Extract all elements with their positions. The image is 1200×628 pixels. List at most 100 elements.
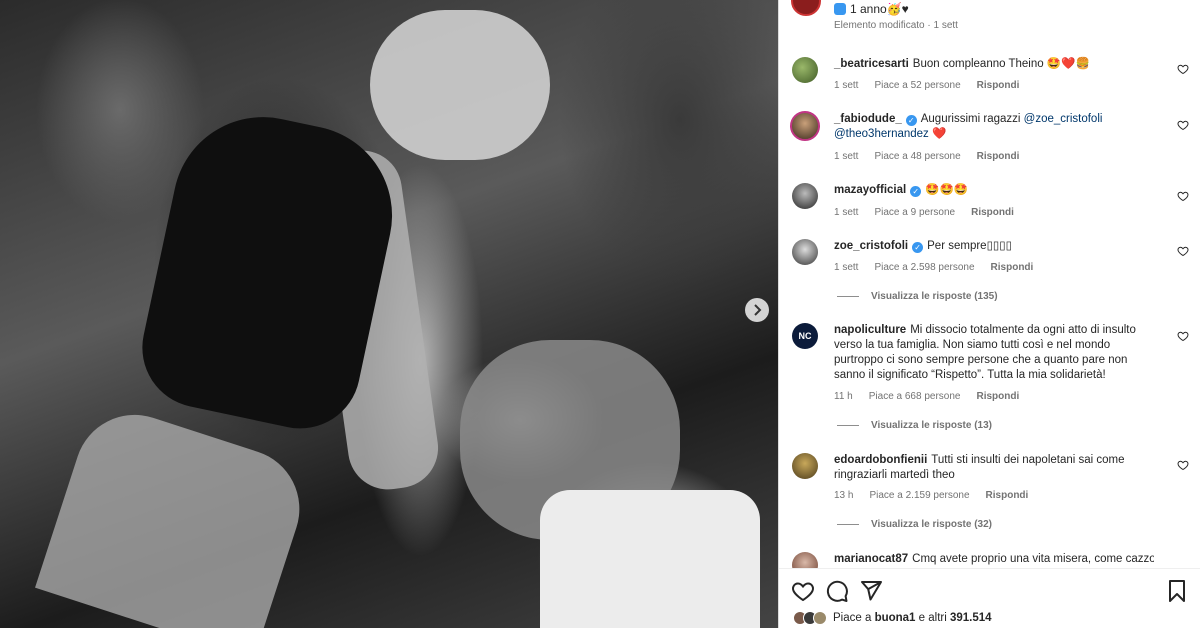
- view-replies-label: Visualizza le risposte (13): [871, 420, 992, 431]
- likes-summary[interactable]: Piace a buona1 e altri 391.514: [793, 611, 992, 625]
- comment-text: mazayofficial ✓ 🤩🤩🤩: [834, 183, 1154, 198]
- like-heart-icon[interactable]: [791, 579, 815, 603]
- like-heart-icon[interactable]: [1177, 330, 1189, 342]
- reply-button[interactable]: Rispondi: [986, 490, 1029, 501]
- post-actions-bar: Piace a buona1 e altri 391.514: [779, 568, 1200, 628]
- like-heart-icon[interactable]: [1177, 119, 1189, 131]
- comment-meta: 1 sett Piace a 9 persone Rispondi: [834, 207, 1030, 218]
- commenter-username[interactable]: mazayofficial: [834, 184, 906, 196]
- post-photo[interactable]: [0, 0, 778, 628]
- author-avatar[interactable]: [791, 0, 821, 16]
- view-replies-button[interactable]: Visualizza le risposte (32): [837, 519, 992, 530]
- likes-suffix: e altri: [918, 612, 947, 624]
- like-heart-icon[interactable]: [1177, 245, 1189, 257]
- comment-time: 11 h: [834, 391, 853, 402]
- comment-emojis: ❤️: [932, 128, 947, 140]
- comment-likes[interactable]: Piace a 52 persone: [874, 80, 960, 91]
- comments-panel: 1 anno🥳♥ Elemento modificato · 1 sett _b…: [778, 0, 1200, 628]
- edited-time: 1 sett: [933, 20, 958, 31]
- commenter-username[interactable]: marianocat87: [834, 553, 908, 565]
- avatar-initials: NC: [798, 331, 812, 341]
- comment-emojis: 🤩🤩🤩: [925, 184, 969, 196]
- blue-heart-icon: [834, 3, 846, 15]
- caption-text: 1 anno: [850, 2, 887, 16]
- comment-emojis: ▯▯▯▯: [986, 240, 1012, 252]
- comment-time: 13 h: [834, 490, 854, 501]
- like-heart-icon[interactable]: [1177, 63, 1189, 75]
- verified-badge-icon: ✓: [910, 186, 922, 197]
- comment-meta: 1 sett Piace a 52 persone Rispondi: [834, 80, 1035, 91]
- comment-emojis: 🤩❤️🍔: [1046, 58, 1090, 70]
- commenter-avatar[interactable]: [792, 453, 818, 479]
- replies-divider: [837, 524, 859, 525]
- next-photo-button[interactable]: [745, 298, 769, 322]
- comment-meta: 1 sett Piace a 48 persone Rispondi: [834, 151, 1035, 162]
- verified-badge-icon: ✓: [905, 115, 917, 126]
- reply-button[interactable]: Rispondi: [977, 151, 1020, 162]
- likes-count[interactable]: 391.514: [950, 612, 992, 624]
- commenter-username[interactable]: _fabiodude_: [834, 113, 902, 125]
- bookmark-icon[interactable]: [1165, 579, 1189, 603]
- commenter-username[interactable]: zoe_cristofoli: [834, 240, 908, 252]
- comment-text: zoe_cristofoli ✓ Per sempre▯▯▯▯: [834, 239, 1154, 254]
- likes-user[interactable]: buona1: [875, 612, 916, 624]
- comment-meta: 11 h Piace a 668 persone Rispondi: [834, 391, 1035, 402]
- commenter-avatar[interactable]: [792, 183, 818, 209]
- commenter-avatar[interactable]: NC: [792, 323, 818, 349]
- liker-avatar: [813, 611, 827, 625]
- comment-likes[interactable]: Piace a 48 persone: [874, 151, 960, 162]
- comment-icon[interactable]: [825, 579, 849, 603]
- comment-time: 1 sett: [834, 151, 859, 162]
- reply-button[interactable]: Rispondi: [977, 80, 1020, 91]
- caption-emojis: 🥳♥: [886, 2, 909, 16]
- comment-text: napoliculture Mi dissocio totalmente da o…: [834, 323, 1154, 383]
- comment-message: Augurissimi ragazzi: [920, 113, 1021, 125]
- comment-time: 1 sett: [834, 262, 859, 273]
- comment-time: 1 sett: [834, 80, 859, 91]
- like-heart-icon[interactable]: [1177, 459, 1189, 471]
- chevron-right-icon: [754, 304, 762, 316]
- edited-label: Elemento modificato: [834, 20, 925, 31]
- comment-text: _fabiodude_ ✓ Augurissimi ragazzi @zoe_cri…: [834, 112, 1154, 142]
- commenter-avatar[interactable]: [792, 552, 818, 568]
- comment-text: edoardobonfienii Tutti sti insulti dei na…: [834, 453, 1154, 483]
- commenter-username[interactable]: napoliculture: [834, 324, 906, 336]
- commenter-avatar[interactable]: [792, 239, 818, 265]
- comment-message: Cmq avete proprio una vita misera, come …: [912, 553, 1154, 565]
- photo-baby-head: [370, 10, 550, 160]
- caption-meta: Elemento modificato · 1 sett: [834, 20, 958, 31]
- replies-divider: [837, 425, 859, 426]
- comments-scroll[interactable]: 1 anno🥳♥ Elemento modificato · 1 sett _b…: [779, 0, 1200, 568]
- commenter-username[interactable]: _beatricesarti: [834, 58, 909, 70]
- comment-likes[interactable]: Piace a 668 persone: [869, 391, 961, 402]
- instagram-post-view: 1 anno🥳♥ Elemento modificato · 1 sett _b…: [0, 0, 1200, 628]
- replies-divider: [837, 296, 859, 297]
- comment-time: 1 sett: [834, 207, 859, 218]
- likes-prefix: Piace a: [833, 612, 872, 624]
- verified-badge-icon: ✓: [912, 242, 924, 253]
- comment-meta: 13 h Piace a 2.159 persone Rispondi: [834, 490, 1044, 501]
- view-replies-button[interactable]: Visualizza le risposte (13): [837, 420, 992, 431]
- reply-button[interactable]: Rispondi: [971, 207, 1014, 218]
- post-caption: 1 anno🥳♥ Elemento modificato · 1 sett: [834, 0, 1164, 31]
- share-icon[interactable]: [859, 579, 883, 603]
- like-heart-icon[interactable]: [1177, 190, 1189, 202]
- comment-likes[interactable]: Piace a 9 persone: [874, 207, 955, 218]
- view-replies-label: Visualizza le risposte (135): [871, 291, 998, 302]
- commenter-avatar[interactable]: [790, 111, 820, 141]
- comment-text: marianocat87 Cmq avete proprio una vita m…: [834, 552, 1154, 567]
- photo-shirt: [540, 490, 760, 628]
- mention-link[interactable]: @zoe_cristofoli: [1024, 113, 1103, 125]
- mention-link[interactable]: @theo3hernandez: [834, 128, 929, 140]
- reply-button[interactable]: Rispondi: [991, 262, 1034, 273]
- view-replies-button[interactable]: Visualizza le risposte (135): [837, 291, 998, 302]
- comment-likes[interactable]: Piace a 2.598 persone: [874, 262, 974, 273]
- commenter-avatar[interactable]: [792, 57, 818, 83]
- comment-likes[interactable]: Piace a 2.159 persone: [869, 490, 969, 501]
- photo-left-arm: [35, 399, 315, 628]
- comment-message: Per sempre: [927, 240, 987, 252]
- comment-message: Buon compleanno Theino: [912, 58, 1044, 70]
- commenter-username[interactable]: edoardobonfienii: [834, 454, 927, 466]
- reply-button[interactable]: Rispondi: [976, 391, 1019, 402]
- view-replies-label: Visualizza le risposte (32): [871, 519, 992, 530]
